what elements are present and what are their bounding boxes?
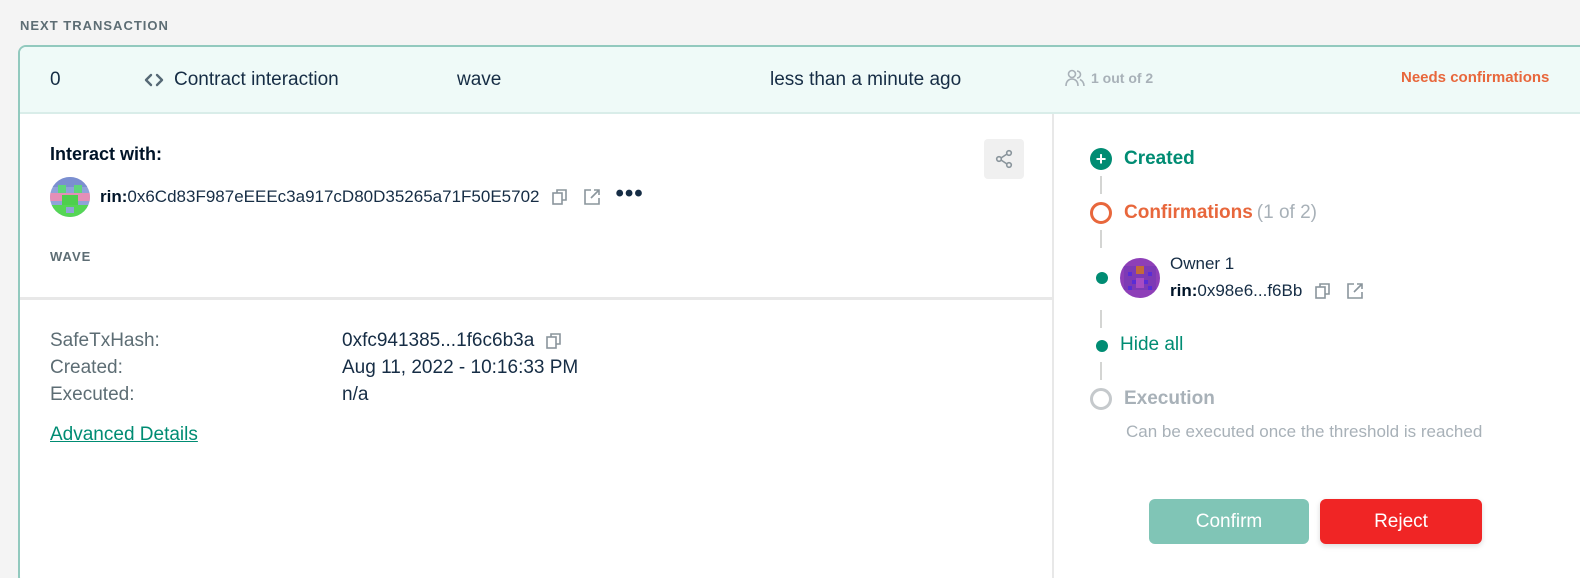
- plus-icon: +: [1090, 148, 1112, 170]
- tx-nonce: 0: [50, 69, 61, 90]
- confirmations-title: Confirmations: [1124, 202, 1253, 223]
- execution-label: Execution: [1124, 388, 1215, 409]
- detail-value: n/a: [342, 384, 369, 405]
- tx-type: Contract interaction: [144, 69, 339, 91]
- tx-method: wave: [457, 69, 502, 90]
- owner-info: Owner 1 rin: 0x98e6...f6Bb: [1170, 254, 1366, 302]
- empty-circle-icon: [1090, 388, 1112, 410]
- copy-icon[interactable]: [544, 331, 564, 351]
- timeline-step-confirmations: Confirmations (1 of 2): [1090, 202, 1317, 224]
- owner-identicon: [1120, 258, 1160, 298]
- copy-owner-address-button[interactable]: [1312, 280, 1334, 302]
- tx-timeline-panel: + Created Confirmations (1 of 2) Owner 1…: [1056, 114, 1580, 578]
- section-label: NEXT TRANSACTION: [20, 18, 169, 33]
- contract-address: rin:0x6Cd83F987eEEEc3a917cD80D35265a71F5…: [100, 187, 539, 207]
- contract-address-value: 0x6Cd83F987eEEEc3a917cD80D35265a71F50E57…: [127, 187, 540, 206]
- open-explorer-button[interactable]: [581, 186, 603, 208]
- code-icon: [144, 73, 164, 87]
- timeline-dot: [1096, 340, 1108, 352]
- contract-address-row: rin:0x6Cd83F987eEEEc3a917cD80D35265a71F5…: [50, 177, 644, 217]
- owner-name: Owner 1: [1170, 254, 1235, 273]
- timeline-step-execution: Execution: [1090, 388, 1215, 410]
- confirm-button[interactable]: Confirm: [1149, 499, 1309, 544]
- transaction-summary-row[interactable]: 0 Contract interaction wave less than a …: [20, 47, 1580, 114]
- confirmations-label: Confirmations (1 of 2): [1124, 202, 1317, 224]
- owner-address: 0x98e6...f6Bb: [1197, 281, 1303, 300]
- contract-identicon: [50, 177, 90, 217]
- network-prefix: rin:: [100, 187, 128, 206]
- divider: [20, 297, 1054, 300]
- execution-note: Can be executed once the threshold is re…: [1126, 422, 1483, 441]
- owners-icon: [1065, 69, 1085, 87]
- detail-key: SafeTxHash:: [50, 330, 160, 351]
- method-name-label: WAVE: [50, 249, 92, 264]
- transaction-card: 0 Contract interaction wave less than a …: [18, 45, 1580, 578]
- created-label: Created: [1124, 148, 1195, 169]
- detail-value: 0xfc941385...1f6c6b3a: [342, 330, 564, 352]
- confirmation-count-text: 1 out of 2: [1091, 70, 1154, 86]
- advanced-details-link[interactable]: Advanced Details: [50, 424, 198, 446]
- tx-details-panel: Interact with: rin:0x6Cd83F987eEEEc3a917…: [20, 114, 1054, 578]
- more-options-button[interactable]: •••: [615, 182, 643, 206]
- share-button[interactable]: [984, 139, 1024, 179]
- timeline-connector: [1100, 310, 1102, 328]
- tx-time: less than a minute ago: [770, 69, 962, 90]
- timeline-step-created: + Created: [1090, 148, 1195, 170]
- hide-all-button[interactable]: Hide all: [1120, 334, 1183, 356]
- safe-tx-hash-value: 0xfc941385...1f6c6b3a: [342, 330, 535, 351]
- detail-value: Aug 11, 2022 - 10:16:33 PM: [342, 357, 579, 378]
- detail-key: Created:: [50, 357, 123, 378]
- reject-button[interactable]: Reject: [1320, 499, 1482, 544]
- network-prefix: rin:: [1170, 281, 1198, 300]
- owner-item: Owner 1 rin: 0x98e6...f6Bb: [1120, 254, 1366, 302]
- timeline-dot: [1096, 272, 1108, 284]
- share-icon: [995, 149, 1013, 169]
- copy-icon: [552, 189, 568, 205]
- tx-type-label: Contract interaction: [174, 69, 339, 90]
- confirmations-count: (1 of 2): [1256, 202, 1317, 223]
- external-link-icon: [1347, 283, 1364, 299]
- external-link-icon: [584, 189, 601, 205]
- timeline-connector: [1100, 230, 1102, 248]
- tx-confirmation-count: 1 out of 2: [1065, 69, 1153, 87]
- copy-address-button[interactable]: [549, 186, 571, 208]
- detail-key: Executed:: [50, 384, 135, 405]
- owner-address-row: rin: 0x98e6...f6Bb: [1170, 280, 1366, 302]
- owner-explorer-button[interactable]: [1344, 280, 1366, 302]
- timeline-connector: [1100, 176, 1102, 194]
- interact-with-title: Interact with:: [50, 144, 163, 164]
- status-badge: Needs confirmations: [1401, 69, 1550, 86]
- copy-icon: [1315, 283, 1331, 299]
- pending-circle-icon: [1090, 202, 1112, 224]
- timeline-connector: [1100, 362, 1102, 380]
